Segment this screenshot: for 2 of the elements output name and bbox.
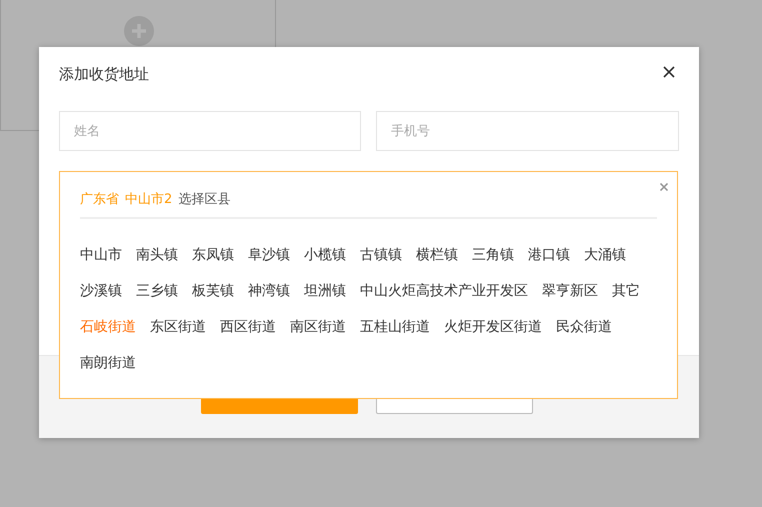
- dialog-title: 添加收货地址: [59, 64, 149, 84]
- picker-prompt: 选择区县: [178, 191, 230, 208]
